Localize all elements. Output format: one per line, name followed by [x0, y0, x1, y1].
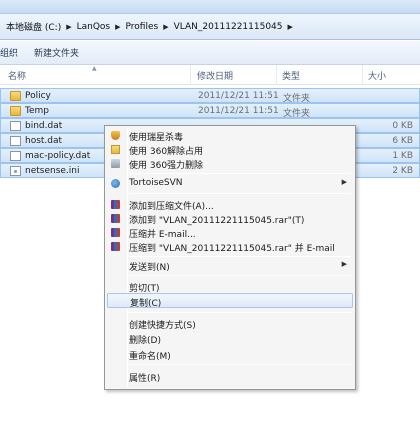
menu-item-label: 删除(D) [129, 336, 161, 346]
menu-item-scan[interactable]: 使用瑞星杀毒 [107, 128, 353, 143]
column-type[interactable]: 类型 [282, 69, 300, 82]
file-name: bind.dat [25, 121, 63, 131]
menu-item-label: 压缩到 "VLAN_20111221115045.rar" 并 E-mail [129, 244, 335, 254]
winrar-icon [111, 228, 120, 237]
menu-item-label: 复制(C) [130, 299, 162, 309]
breadcrumb-item-vlan[interactable]: VLAN_20111221115045 [174, 22, 283, 32]
chevron-right-icon[interactable]: ▶ [288, 23, 293, 31]
winrar-icon [111, 214, 120, 223]
tortoise-icon [111, 179, 120, 188]
menu-separator [129, 256, 351, 257]
file-size: 6 KB [392, 136, 413, 146]
file-name: netsense.ini [25, 166, 80, 176]
menu-separator [129, 312, 351, 313]
submenu-arrow-icon: ▶ [341, 260, 347, 268]
sort-up-icon: ▲ [92, 65, 97, 72]
menu-separator [129, 193, 351, 194]
menu-item-shred-360[interactable]: 使用 360强力删除 [107, 156, 353, 171]
menu-item-tortoisesvn[interactable]: TortoiseSVN ▶ [107, 176, 353, 191]
column-date[interactable]: 修改日期 [197, 69, 233, 82]
shredder-icon [111, 159, 120, 168]
file-date: 2011/12/21 11:51 [198, 106, 279, 116]
menu-item-label: 重命名(M) [129, 352, 171, 362]
breadcrumb-item-lanqos[interactable]: LanQos [77, 22, 111, 32]
column-header: ▲ 名称 修改日期 类型 大小 [0, 65, 420, 85]
winrar-icon [111, 242, 120, 251]
menu-item-create-shortcut[interactable]: 创建快捷方式(S) [107, 316, 353, 331]
file-icon [10, 121, 21, 131]
file-name: Policy [25, 91, 51, 101]
breadcrumb-item-profiles[interactable]: Profiles [126, 22, 159, 32]
menu-item-copy[interactable]: 复制(C) [107, 293, 353, 309]
window-titlebar [0, 0, 420, 14]
file-icon [10, 136, 21, 146]
menu-item-cut[interactable]: 剪切(T) [107, 279, 353, 294]
folder-icon [10, 106, 21, 116]
column-size[interactable]: 大小 [368, 69, 386, 82]
menu-item-add-archive[interactable]: 添加到压缩文件(A)... [107, 197, 353, 212]
menu-item-unlock-360[interactable]: 使用 360解除占用 [107, 142, 353, 157]
file-date: 2011/12/21 11:51 [198, 91, 279, 101]
folder-icon [111, 145, 120, 154]
chevron-right-icon[interactable]: ▶ [66, 23, 71, 31]
menu-item-label: 创建快捷方式(S) [129, 321, 196, 331]
file-name: Temp [25, 106, 49, 116]
chevron-right-icon[interactable]: ▶ [115, 23, 120, 31]
file-name: host.dat [25, 136, 63, 146]
column-divider[interactable] [190, 65, 191, 85]
organize-button[interactable]: 组织 [0, 46, 18, 59]
address-bar[interactable]: 本地磁盘 (C:) ▶ LanQos ▶ Profiles ▶ VLAN_201… [0, 14, 420, 40]
menu-item-delete[interactable]: 删除(D) [107, 331, 353, 346]
breadcrumb-item-drive[interactable]: 本地磁盘 (C:) [6, 20, 61, 33]
file-name: mac-policy.dat [25, 151, 91, 161]
column-divider[interactable] [276, 65, 277, 85]
file-row[interactable]: Policy 2011/12/21 11:51 文件夹 [0, 88, 420, 104]
menu-item-label: TortoiseSVN [129, 178, 183, 188]
menu-item-properties[interactable]: 属性(R) [107, 369, 353, 384]
breadcrumb: 本地磁盘 (C:) ▶ LanQos ▶ Profiles ▶ VLAN_201… [6, 20, 298, 34]
folder-icon [10, 91, 21, 101]
file-icon [10, 151, 21, 161]
column-name[interactable]: 名称 [8, 69, 26, 82]
menu-item-label: 发送到(N) [129, 263, 170, 273]
menu-separator [129, 173, 351, 174]
menu-item-label: 属性(R) [129, 374, 161, 384]
shield-icon [111, 131, 120, 140]
menu-item-compress-email[interactable]: 压缩并 E-mail... [107, 225, 353, 240]
menu-item-label: 使用 360强力删除 [129, 161, 204, 171]
menu-item-add-named-archive[interactable]: 添加到 "VLAN_20111221115045.rar"(T) [107, 211, 353, 226]
context-menu: 使用瑞星杀毒 使用 360解除占用 使用 360强力删除 TortoiseSVN… [104, 125, 356, 390]
file-size: 2 KB [392, 166, 413, 176]
file-size: 1 KB [392, 151, 413, 161]
submenu-arrow-icon: ▶ [341, 178, 347, 186]
menu-separator [129, 364, 351, 365]
winrar-icon [111, 200, 120, 209]
menu-item-rename[interactable]: 重命名(M) [107, 347, 353, 362]
menu-item-compress-named-email[interactable]: 压缩到 "VLAN_20111221115045.rar" 并 E-mail [107, 239, 353, 254]
file-row[interactable]: Temp 2011/12/21 11:51 文件夹 [0, 103, 420, 119]
new-folder-button[interactable]: 新建文件夹 [34, 46, 79, 59]
command-toolbar: 组织 新建文件夹 [0, 41, 420, 65]
chevron-right-icon[interactable]: ▶ [163, 23, 168, 31]
settings-file-icon [10, 166, 21, 176]
file-size: 0 KB [392, 121, 413, 131]
menu-item-send-to[interactable]: 发送到(N) ▶ [107, 258, 353, 273]
menu-separator [129, 275, 351, 276]
column-divider[interactable] [362, 65, 363, 85]
